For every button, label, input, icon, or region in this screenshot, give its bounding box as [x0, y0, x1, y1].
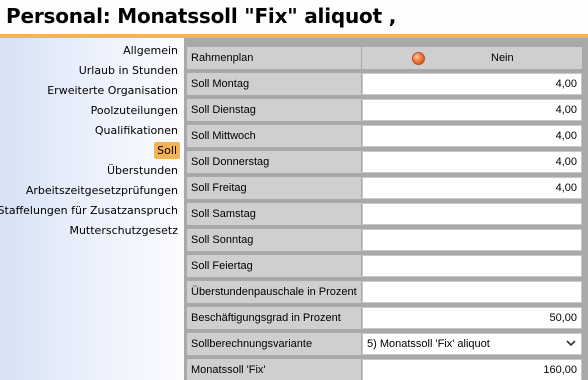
soll-freitag-label: Soll Freitag [187, 177, 361, 199]
chevron-down-icon[interactable] [566, 338, 576, 348]
sidebar-item-erweiterte-organisation[interactable]: Erweiterte Organisation [47, 82, 178, 99]
sollberechnungsvariante-row: Sollberechnungsvariante 5) Monatssoll 'F… [184, 332, 588, 356]
soll-dienstag-field[interactable]: 4,00 [362, 99, 582, 121]
soll-montag-row: Soll Montag 4,00 [184, 72, 588, 96]
ueberstundenpauschale-row: Überstundenpauschale in Prozent [184, 280, 588, 304]
monatssoll-fix-label: Monatssoll 'Fix' [187, 359, 361, 380]
sidebar-item-mutterschutzgesetz[interactable]: Mutterschutzgesetz [69, 222, 178, 239]
soll-dienstag-label: Soll Dienstag [187, 99, 361, 121]
soll-sonntag-row: Soll Sonntag [184, 228, 588, 252]
beschaeftigungsgrad-field[interactable]: 50,00 [362, 307, 582, 329]
soll-feiertag-field[interactable] [362, 255, 582, 277]
soll-sonntag-field[interactable] [362, 229, 582, 251]
sidebar-item-soll[interactable]: Soll [154, 142, 180, 159]
sidebar-nav: Allgemein Urlaub in Stunden Erweiterte O… [0, 38, 184, 380]
ueberstundenpauschale-field[interactable] [362, 281, 582, 303]
rahmenplan-label: Rahmenplan [187, 47, 361, 69]
soll-samstag-row: Soll Samstag [184, 202, 588, 226]
sidebar-item-arbeitszeitgesetzpruefungen[interactable]: Arbeitszeitgesetzprüfungen [26, 182, 178, 199]
window-title: Personal: Monatssoll "Fix" aliquot , [6, 4, 397, 28]
beschaeftigungsgrad-label: Beschäftigungsgrad in Prozent [187, 307, 361, 329]
soll-montag-field[interactable]: 4,00 [362, 73, 582, 95]
soll-montag-label: Soll Montag [187, 73, 361, 95]
soll-feiertag-label: Soll Feiertag [187, 255, 361, 277]
soll-donnerstag-field[interactable]: 4,00 [362, 151, 582, 173]
soll-samstag-field[interactable] [362, 203, 582, 225]
rahmenplan-value-cell [362, 47, 582, 69]
sidebar-item-qualifikationen[interactable]: Qualifikationen [95, 122, 178, 139]
soll-dienstag-row: Soll Dienstag 4,00 [184, 98, 588, 122]
soll-mittwoch-label: Soll Mittwoch [187, 125, 361, 147]
soll-mittwoch-row: Soll Mittwoch 4,00 [184, 124, 588, 148]
sollberechnungsvariante-select[interactable]: 5) Monatssoll 'Fix' aliquot [362, 333, 582, 355]
form-panel: Rahmenplan Nein Soll Montag 4,00 Soll Di… [184, 38, 588, 380]
monatssoll-fix-row: Monatssoll 'Fix' 160,00 [184, 358, 588, 380]
soll-freitag-field[interactable]: 4,00 [362, 177, 582, 199]
sollberechnungsvariante-value: 5) Monatssoll 'Fix' aliquot [367, 338, 490, 350]
soll-feiertag-row: Soll Feiertag [184, 254, 588, 278]
ueberstundenpauschale-label: Überstundenpauschale in Prozent [187, 281, 361, 303]
monatssoll-fix-field[interactable]: 160,00 [362, 359, 582, 380]
soll-sonntag-label: Soll Sonntag [187, 229, 361, 251]
rahmenplan-row: Rahmenplan Nein [184, 46, 588, 70]
title-bar: Personal: Monatssoll "Fix" aliquot , [0, 0, 588, 38]
soll-freitag-row: Soll Freitag 4,00 [184, 176, 588, 200]
soll-samstag-label: Soll Samstag [187, 203, 361, 225]
sidebar-item-poolzuteilungen[interactable]: Poolzuteilungen [91, 102, 178, 119]
soll-donnerstag-row: Soll Donnerstag 4,00 [184, 150, 588, 174]
soll-donnerstag-label: Soll Donnerstag [187, 151, 361, 173]
red-status-dot-icon [412, 52, 425, 65]
sollberechnungsvariante-label: Sollberechnungsvariante [187, 333, 361, 355]
beschaeftigungsgrad-row: Beschäftigungsgrad in Prozent 50,00 [184, 306, 588, 330]
sidebar-item-staffelungen[interactable]: Staffelungen für Zusatzanspruch [0, 202, 178, 219]
sidebar-item-allgemein[interactable]: Allgemein [123, 42, 178, 59]
sidebar-item-ueberstunden[interactable]: Überstunden [107, 162, 178, 179]
rahmenplan-value: Nein [491, 52, 514, 64]
soll-mittwoch-field[interactable]: 4,00 [362, 125, 582, 147]
sidebar-item-urlaub-in-stunden[interactable]: Urlaub in Stunden [79, 62, 178, 79]
